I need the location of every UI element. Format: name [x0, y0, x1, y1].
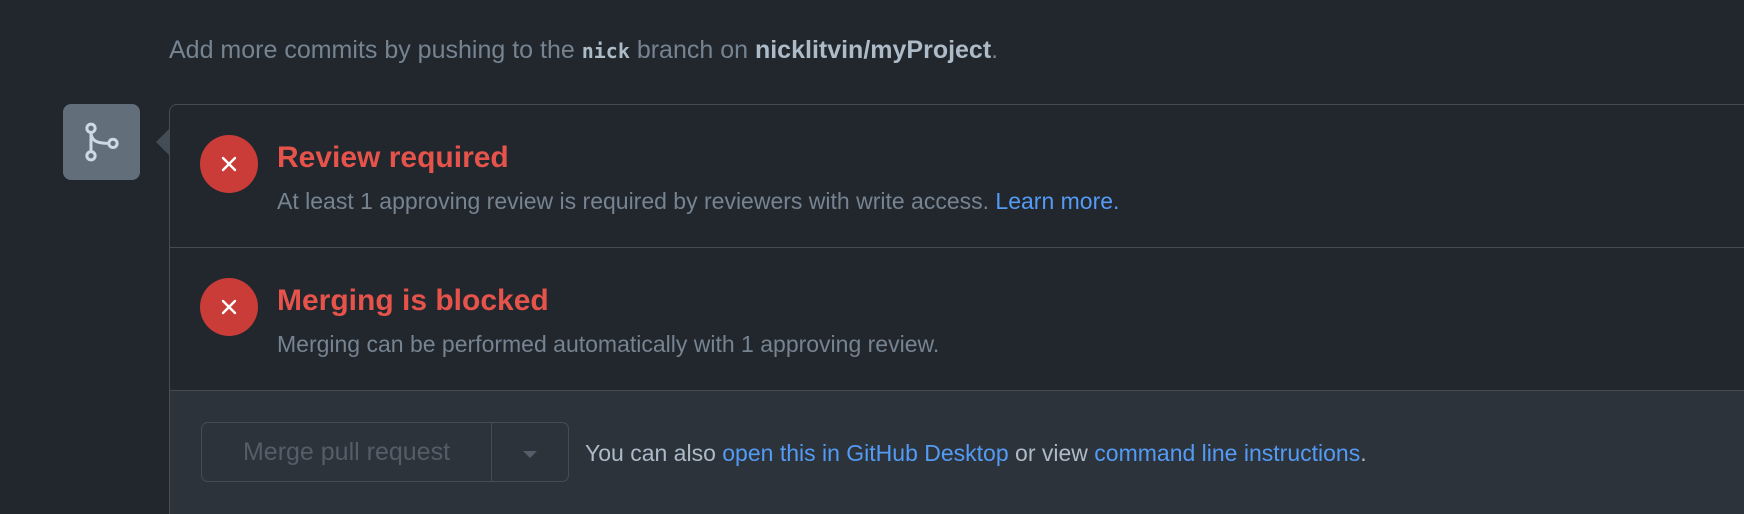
x-icon	[200, 135, 258, 193]
merge-button-group: Merge pull request	[201, 422, 569, 482]
check-merging-blocked: Merging is blocked Merging can be perfor…	[170, 248, 1744, 391]
repo-link[interactable]: nicklitvin/myProject	[755, 36, 991, 64]
push-hint-suffix: .	[991, 36, 999, 64]
merge-panel: Add more commits by pushing to the nick …	[0, 0, 1744, 514]
learn-more-link[interactable]: Learn more.	[995, 188, 1119, 214]
command-line-instructions-link[interactable]: command line instructions	[1094, 440, 1360, 466]
push-hint-prefix: Add more commits by pushing to the	[169, 36, 582, 64]
check-description: Merging can be performed automatically w…	[277, 331, 940, 357]
merge-pull-request-button[interactable]: Merge pull request	[202, 423, 492, 481]
check-title: Merging is blocked	[277, 284, 549, 317]
merge-actions: Merge pull request You can also open thi…	[170, 391, 1744, 514]
x-icon	[200, 278, 258, 336]
check-description: At least 1 approving review is required …	[277, 188, 1119, 215]
timeline-pointer	[156, 128, 170, 156]
alt-suffix: .	[1360, 440, 1367, 466]
check-title: Review required	[277, 141, 509, 174]
alt-prefix: You can also	[585, 440, 723, 466]
push-hint: Add more commits by pushing to the nick …	[169, 36, 998, 65]
merge-box: Review required At least 1 approving rev…	[169, 104, 1744, 514]
git-merge-icon	[63, 104, 140, 180]
check-description-text: At least 1 approving review is required …	[277, 188, 996, 214]
branch-name: nick	[581, 39, 630, 63]
open-in-desktop-link[interactable]: open this in GitHub Desktop	[722, 440, 1008, 466]
alternative-actions: You can also open this in GitHub Desktop…	[585, 440, 1367, 467]
merge-method-dropdown[interactable]	[492, 423, 568, 481]
check-review-required: Review required At least 1 approving rev…	[170, 105, 1744, 248]
push-hint-middle: branch on	[629, 36, 755, 64]
triangle-down-icon	[523, 450, 537, 458]
alt-middle: or view	[1008, 440, 1095, 466]
